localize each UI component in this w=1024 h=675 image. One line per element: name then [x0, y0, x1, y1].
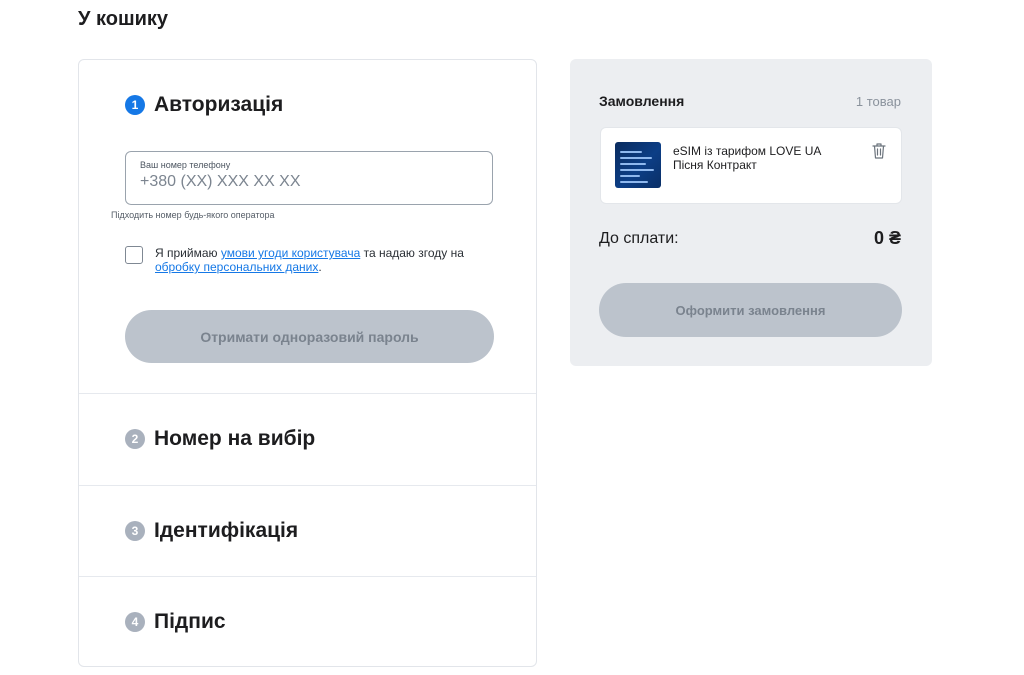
- step-authorization-header[interactable]: 1 Авторизація: [125, 93, 283, 117]
- consent-text: Я приймаю умови угоди користувача та над…: [155, 246, 495, 274]
- thumbnail-line: [620, 163, 646, 165]
- step-title-authorization: Авторизація: [154, 93, 284, 116]
- page-title: У кошику: [78, 8, 169, 30]
- step-number-badge: 3: [125, 521, 145, 541]
- get-otp-button[interactable]: Отримати одноразовий пароль: [125, 310, 494, 363]
- esim-product-thumbnail: [615, 142, 661, 188]
- order-item-name-line1: eSIM із тарифом LOVE UA: [673, 144, 822, 158]
- step-number-badge: 1: [125, 95, 145, 115]
- thumbnail-line: [620, 157, 652, 159]
- order-item-name-line2: Пісня Контракт: [673, 158, 757, 172]
- step-title-signature: Підпис: [154, 610, 226, 633]
- thumbnail-line: [620, 175, 640, 177]
- step-number-badge: 4: [125, 612, 145, 632]
- step-title-identification: Ідентифікація: [154, 519, 299, 542]
- total-label: До сплати:: [599, 230, 679, 247]
- order-item-count: 1 товар: [855, 94, 901, 109]
- step-number-choice-header[interactable]: 2 Номер на вибір: [125, 427, 315, 451]
- phone-field[interactable]: Ваш номер телефону: [125, 151, 493, 205]
- consent-row: Я приймаю умови угоди користувача та над…: [125, 246, 495, 274]
- thumbnail-line: [620, 151, 642, 153]
- total-value: 0 ₴: [873, 228, 901, 248]
- order-item-name: eSIM із тарифом LOVE UA Пісня Контракт: [673, 144, 853, 172]
- phone-field-label: Ваш номер телефону: [140, 160, 231, 170]
- divider: [79, 393, 536, 394]
- step-identification-header[interactable]: 3 Ідентифікація: [125, 519, 298, 543]
- divider: [79, 576, 536, 577]
- step-title-number-choice: Номер на вибір: [154, 427, 316, 450]
- phone-input[interactable]: [140, 173, 478, 191]
- order-summary-panel: Замовлення 1 товар eSIM із тарифом LOVE …: [570, 59, 932, 366]
- order-title: Замовлення: [599, 93, 685, 109]
- thumbnail-line: [620, 169, 654, 171]
- divider: [79, 485, 536, 486]
- step-signature-header[interactable]: 4 Підпис: [125, 610, 226, 634]
- order-item: eSIM із тарифом LOVE UA Пісня Контракт: [600, 127, 902, 204]
- step-number-badge: 2: [125, 429, 145, 449]
- trash-icon[interactable]: [871, 142, 887, 160]
- thumbnail-line: [620, 181, 648, 183]
- phone-helper-text: Підходить номер будь-якого оператора: [111, 210, 275, 220]
- consent-text-suffix: .: [318, 260, 322, 274]
- consent-text-middle: та надаю згоду на: [360, 246, 464, 260]
- checkout-steps-card: 1 Авторизація Ваш номер телефону Підходи…: [78, 59, 537, 667]
- user-agreement-link[interactable]: умови угоди користувача: [221, 246, 360, 260]
- consent-checkbox[interactable]: [125, 246, 143, 264]
- checkout-button[interactable]: Оформити замовлення: [599, 283, 902, 337]
- consent-text-prefix: Я приймаю: [155, 246, 221, 260]
- personal-data-link[interactable]: обробку персональних даних: [155, 260, 318, 274]
